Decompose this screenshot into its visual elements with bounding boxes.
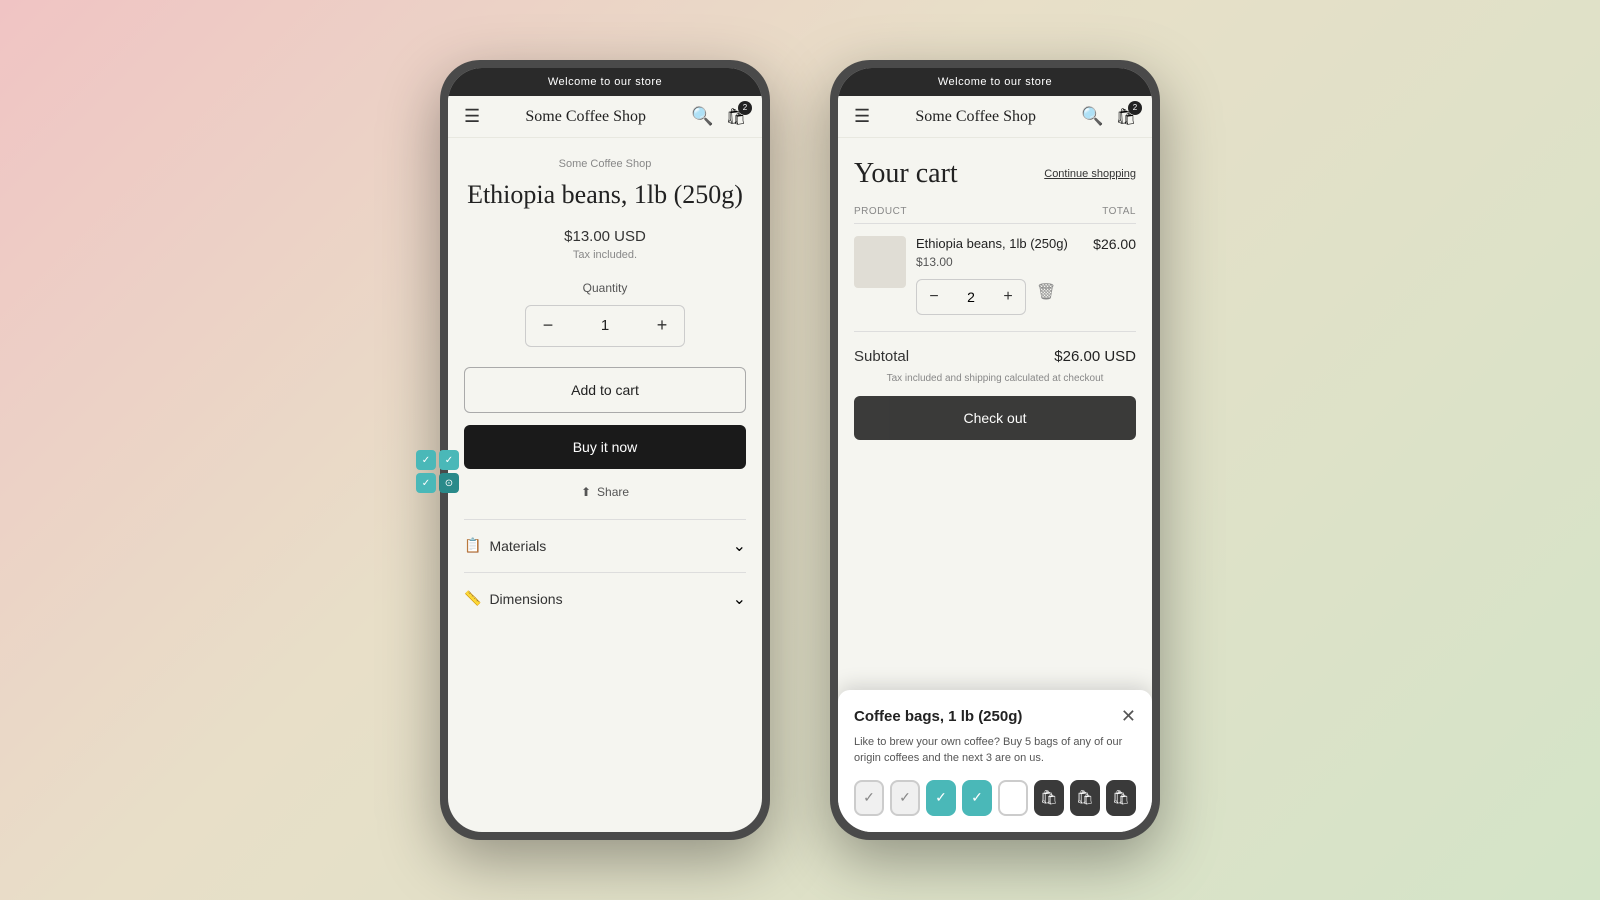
chevron-dimensions-icon: ⌄ — [733, 589, 746, 609]
cart-columns: PRODUCT TOTAL — [854, 206, 1136, 224]
cart-title: Your cart — [854, 158, 958, 190]
buy-now-button[interactable]: Buy it now — [464, 425, 746, 469]
popup-icon-1[interactable]: ✓ — [890, 780, 920, 816]
qty-increase-btn[interactable]: + — [640, 306, 684, 346]
cart-icon-right[interactable]: 🛍 2 — [1116, 107, 1136, 127]
popup-icon-5[interactable]: 🛍 — [1034, 780, 1064, 816]
store-title-left: Some Coffee Shop — [525, 107, 646, 126]
badge-cell-1: ✓ — [416, 450, 436, 470]
cart-icon-left[interactable]: 🛍 2 — [726, 107, 746, 127]
cart-badge-left: 2 — [738, 101, 752, 115]
popup-description: Like to brew your own coffee? Buy 5 bags… — [854, 735, 1136, 766]
cart-item-thumbnail — [854, 236, 906, 288]
qty-decrease-btn[interactable]: − — [526, 306, 570, 346]
banner-right: Welcome to our store — [838, 68, 1152, 96]
header-right: ☰ Some Coffee Shop 🔍 🛍 2 — [838, 96, 1152, 138]
popup-icon-4[interactable] — [998, 780, 1028, 816]
materials-icon: 📋 — [464, 537, 481, 554]
badge-cell-3: ✓ — [416, 473, 436, 493]
cart-qty-increase[interactable]: + — [991, 280, 1025, 314]
cart-qty-decrease[interactable]: − — [917, 280, 951, 314]
subtotal-label: Subtotal — [854, 348, 909, 365]
search-icon-right[interactable]: 🔍 — [1081, 106, 1103, 127]
popup-icon-2[interactable]: ✓ — [926, 780, 956, 816]
popup-notification: Coffee bags, 1 lb (250g) ✕ Like to brew … — [838, 690, 1152, 832]
cart-item-total: $26.00 — [1093, 236, 1136, 252]
share-label: Share — [597, 485, 629, 499]
cart-item-name: Ethiopia beans, 1lb (250g) — [916, 236, 1068, 251]
store-title-right: Some Coffee Shop — [915, 107, 1036, 126]
dimensions-label: Dimensions — [489, 591, 562, 607]
cart-qty-stepper: − 2 + — [916, 279, 1026, 315]
chevron-materials-icon: ⌄ — [733, 536, 746, 556]
product-brand: Some Coffee Shop — [464, 158, 746, 170]
subtotal-amount: $26.00 USD — [1054, 348, 1136, 365]
cart-qty-value: 2 — [951, 289, 991, 305]
popup-icon-7[interactable]: 🛍 — [1106, 780, 1136, 816]
col-product-label: PRODUCT — [854, 206, 907, 217]
search-icon-left[interactable]: 🔍 — [691, 106, 713, 127]
share-button[interactable]: ⬆ Share — [464, 485, 746, 499]
materials-label: Materials — [489, 538, 546, 554]
quantity-label: Quantity — [464, 281, 746, 295]
menu-icon-right[interactable]: ☰ — [854, 106, 870, 127]
header-actions-right: 🔍 🛍 2 — [1081, 106, 1136, 127]
cart-badge-right: 2 — [1128, 101, 1142, 115]
product-title: Ethiopia beans, 1lb (250g) — [464, 178, 746, 212]
phone-left: Welcome to our store ☰ Some Coffee Shop … — [440, 60, 770, 840]
product-content: Some Coffee Shop Ethiopia beans, 1lb (25… — [448, 138, 762, 832]
tax-note-cart: Tax included and shipping calculated at … — [854, 373, 1136, 384]
accordion-dimensions[interactable]: 📏 Dimensions ⌄ — [464, 572, 746, 625]
add-to-cart-button[interactable]: Add to cart — [464, 367, 746, 413]
popup-icon-row: ✓ ✓ ✓ ✓ 🛍 🛍 🛍 — [854, 780, 1136, 816]
accordion-materials[interactable]: 📋 Materials ⌄ — [464, 519, 746, 572]
cart-delete-button[interactable]: 🗑 — [1032, 278, 1060, 306]
subtotal-row: Subtotal $26.00 USD — [854, 331, 1136, 373]
popup-icon-3[interactable]: ✓ — [962, 780, 992, 816]
popup-icon-6[interactable]: 🛍 — [1070, 780, 1100, 816]
cart-item-unit-price: $13.00 — [916, 255, 1068, 269]
col-total-label: TOTAL — [1102, 206, 1136, 217]
banner-left: Welcome to our store — [448, 68, 762, 96]
product-price: $13.00 USD — [464, 228, 746, 245]
popup-close-button[interactable]: ✕ — [1121, 706, 1136, 727]
quantity-stepper: − 1 + — [525, 305, 685, 347]
floating-badge: ✓ ✓ ✓ ⊙ — [416, 450, 459, 493]
header-left: ☰ Some Coffee Shop 🔍 🛍 2 — [448, 96, 762, 138]
qty-value: 1 — [570, 317, 640, 334]
checkout-button[interactable]: Check out — [854, 396, 1136, 440]
share-icon: ⬆ — [581, 485, 591, 499]
menu-icon[interactable]: ☰ — [464, 106, 480, 127]
badge-cell-4: ⊙ — [439, 473, 459, 493]
cart-item: Ethiopia beans, 1lb (250g) $13.00 − 2 + … — [854, 236, 1136, 315]
popup-icon-0[interactable]: ✓ — [854, 780, 884, 816]
cart-content: Your cart Continue shopping PRODUCT TOTA… — [838, 138, 1152, 832]
dimensions-icon: 📏 — [464, 590, 481, 607]
phone-right: Welcome to our store ☰ Some Coffee Shop … — [830, 60, 1160, 840]
badge-cell-2: ✓ — [439, 450, 459, 470]
product-tax: Tax included. — [464, 249, 746, 261]
popup-title: Coffee bags, 1 lb (250g) — [854, 708, 1022, 725]
continue-shopping-link[interactable]: Continue shopping — [1044, 168, 1136, 180]
header-actions-left: 🔍 🛍 2 — [691, 106, 746, 127]
cart-header-row: Your cart Continue shopping — [854, 158, 1136, 190]
